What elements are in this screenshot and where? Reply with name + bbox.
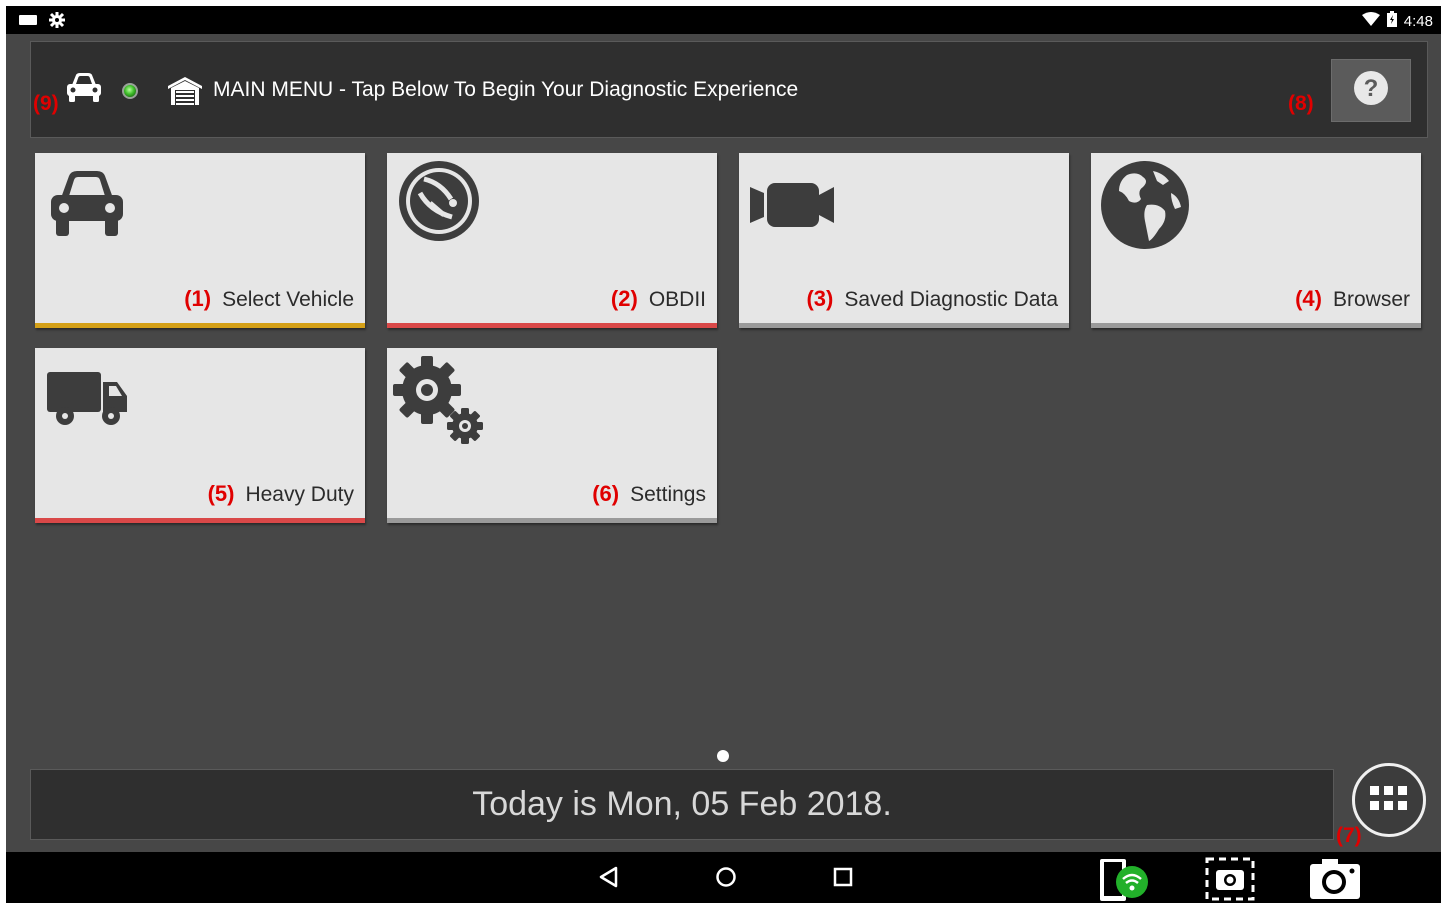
truck-icon [45,368,129,431]
help-icon: ? [1353,70,1389,111]
date-text: Today is Mon, 05 Feb 2018. [472,785,892,823]
tile-accent-bar [387,323,717,328]
tile-number: (4) [1295,286,1322,311]
tile-label: (6) Settings [592,481,706,507]
status-bar: 4:48 [6,6,1441,34]
marker-7: (7) [1336,824,1362,847]
page-title: MAIN MENU - Tap Below To Begin Your Diag… [213,78,799,101]
tile-label: (1) Select Vehicle [184,286,354,312]
battery-icon [1386,11,1398,31]
connection-status-led [122,83,138,99]
tile-number: (2) [610,286,638,311]
garage-icon [167,76,203,111]
tile-text: Select Vehicle [222,288,354,311]
navigation-bar [6,852,1441,903]
help-button[interactable]: ? [1331,59,1411,122]
settings-notification-icon [48,11,66,34]
video-camera-icon [749,181,835,234]
vehicle-status-icon[interactable] [65,72,103,109]
gears-icon [393,354,487,451]
tile-label: (5) Heavy Duty [208,481,354,507]
tile-number: (5) [207,481,235,506]
globe-icon [1099,159,1191,256]
tile-accent-bar [387,518,717,523]
camera-icon[interactable] [1308,858,1362,903]
obd-scan-icon [397,159,481,248]
tile-accent-bar [35,323,365,328]
tile-text: Saved Diagnostic Data [844,288,1058,311]
tile-number: (6) [592,481,620,506]
tile-number: (1) [184,286,212,311]
tile-label: (2) OBDII [611,286,706,312]
tile-label: (4) Browser [1295,286,1410,312]
status-clock: 4:48 [1403,12,1433,30]
tile-text: Heavy Duty [245,483,354,506]
main-menu-header: (9) MAIN MENU - Tap Below To Begin Your … [30,41,1428,138]
recents-icon[interactable] [832,866,854,893]
back-icon[interactable] [598,866,620,893]
tile-text: OBDII [648,288,706,311]
svg-text:?: ? [1364,75,1379,102]
tile-heavy-duty[interactable]: (5) Heavy Duty [35,348,365,523]
screen-capture-icon[interactable] [1204,856,1256,903]
wifi-icon [1361,12,1380,30]
tile-browser[interactable]: (4) Browser [1091,153,1421,328]
tile-obdii[interactable]: (2) OBDII [387,153,717,328]
tile-label: (3) Saved Diagnostic Data [806,286,1058,312]
car-icon [47,168,127,245]
apps-button[interactable] [1352,763,1426,837]
page-indicator-dot [717,750,729,762]
tile-accent-bar [739,323,1069,328]
marker-9: (9) [33,92,59,115]
tile-saved-diagnostic-data[interactable]: (3) Saved Diagnostic Data [739,153,1069,328]
tile-number: (3) [806,286,834,311]
apps-grid-icon [1369,784,1409,817]
tile-accent-bar [1091,323,1421,328]
marker-8: (8) [1288,92,1314,115]
screen: 4:48 (9) MAIN MENU - Tap Below To Begin … [6,6,1441,903]
notification-icon [18,13,38,32]
home-icon[interactable] [715,866,737,893]
tile-accent-bar [35,518,365,523]
tile-settings[interactable]: (6) Settings [387,348,717,523]
date-bar: Today is Mon, 05 Feb 2018. [30,769,1334,840]
tile-text: Settings [630,483,706,506]
tile-select-vehicle[interactable]: (1) Select Vehicle [35,153,365,328]
device-wifi-icon[interactable] [1096,858,1152,903]
tile-text: Browser [1332,288,1410,311]
